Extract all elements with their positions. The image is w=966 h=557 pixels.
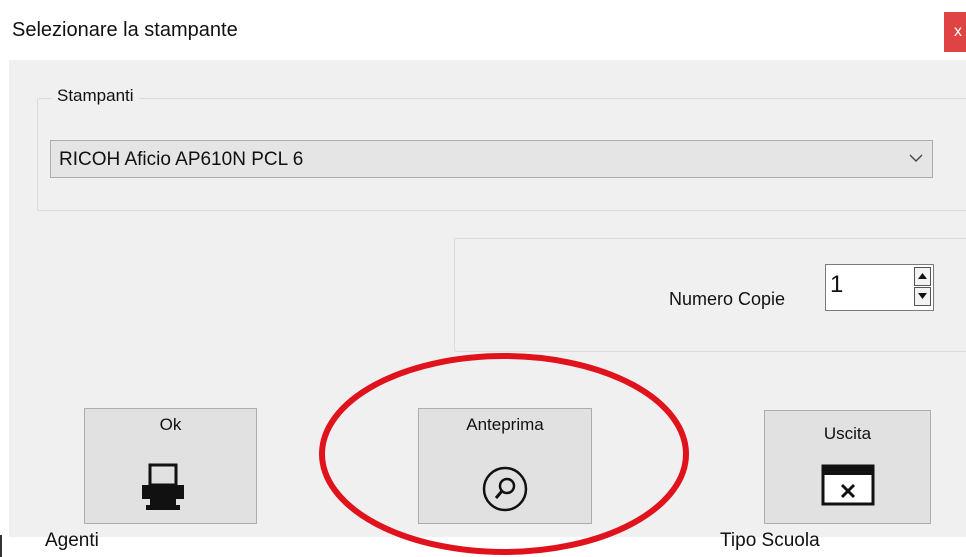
printers-group-legend: Stampanti: [52, 86, 139, 106]
preview-button[interactable]: Anteprima: [418, 408, 592, 524]
stepper-down-button[interactable]: [914, 287, 931, 306]
stepper-buttons: [914, 267, 931, 308]
printer-select-value: RICOH Aficio AP610N PCL 6: [59, 149, 304, 170]
background-window-border: [0, 535, 2, 557]
triangle-up-icon: [918, 273, 927, 279]
triangle-down-icon: [918, 293, 927, 299]
copies-value[interactable]: 1: [830, 271, 843, 299]
dialog-title: Selezionare la stampante: [12, 19, 238, 41]
close-icon: x: [954, 23, 962, 40]
ok-button[interactable]: Ok: [84, 408, 257, 524]
copies-label: Numero Copie: [669, 289, 786, 309]
printer-select[interactable]: RICOH Aficio AP610N PCL 6: [50, 140, 933, 178]
window-close-icon: [821, 464, 875, 506]
background-label-tipo-scuola: Tipo Scuola: [720, 530, 820, 551]
exit-button-label: Uscita: [823, 424, 872, 443]
stepper-up-button[interactable]: [914, 267, 931, 286]
copies-group: Numero Copie 1: [454, 238, 966, 352]
exit-button[interactable]: Uscita: [764, 410, 931, 524]
background-label-agenti: Agenti: [45, 530, 99, 551]
copies-stepper[interactable]: 1: [825, 264, 934, 311]
chevron-down-icon: [909, 154, 923, 162]
background-window: Agenti Tipo Scuola: [0, 530, 966, 557]
close-button[interactable]: x: [944, 12, 966, 52]
printer-icon: [142, 463, 184, 510]
ok-button-label: Ok: [159, 415, 182, 434]
dialog-body: Stampanti RICOH Aficio AP610N PCL 6 Nume…: [9, 60, 966, 537]
printers-group: Stampanti RICOH Aficio AP610N PCL 6: [37, 86, 966, 211]
dialog-titlebar: Selezionare la stampante x: [0, 0, 966, 60]
preview-button-label: Anteprima: [466, 415, 544, 434]
magnifier-icon: [482, 466, 528, 512]
